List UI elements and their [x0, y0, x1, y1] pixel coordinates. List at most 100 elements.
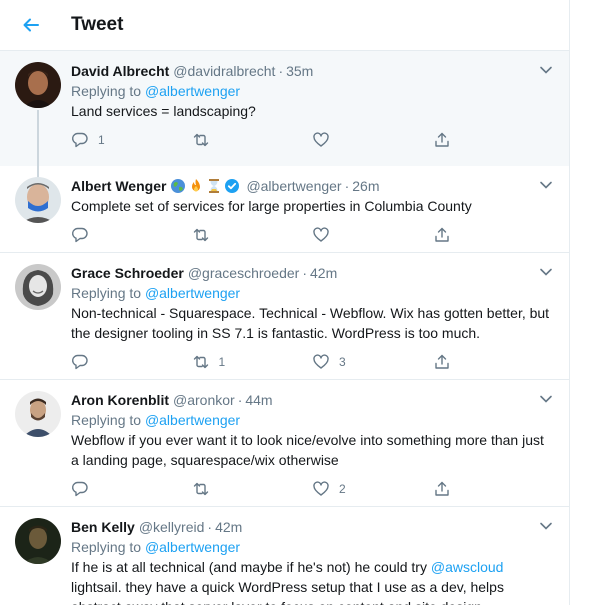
replying-to-line: Replying to @albertwenger: [71, 410, 553, 430]
author-name[interactable]: David Albrecht: [71, 61, 169, 81]
retweet-icon: [193, 133, 208, 147]
chevron-down-icon[interactable]: [539, 178, 553, 192]
reply-button[interactable]: [71, 480, 192, 498]
replying-to-line: Replying to @albertwenger: [71, 81, 553, 101]
retweet-button[interactable]: 1: [192, 353, 313, 371]
heart-icon: [313, 481, 329, 496]
separator-dot: ·: [237, 392, 243, 408]
tweet-david-albrecht[interactable]: David Albrecht @davidralbrecht · 35m Rep…: [0, 51, 569, 216]
page-title: Tweet: [71, 14, 124, 35]
author-handle[interactable]: @aronkor: [173, 390, 235, 410]
reply-button[interactable]: [71, 226, 192, 244]
avatar[interactable]: [15, 518, 61, 564]
tweet-text-part: lightsail. they have a quick WordPress s…: [71, 579, 504, 605]
like-count: 3: [339, 355, 346, 369]
separator-dot: ·: [344, 178, 350, 194]
retweet-button[interactable]: [192, 131, 313, 149]
replying-prefix: Replying to: [71, 412, 145, 428]
tweet-header: Ben Kelly @kellyreid · 42m: [71, 517, 553, 537]
tweet-albert-wenger[interactable]: Albert Wenger @albertwenger · 26m Comple…: [0, 166, 569, 253]
timestamp[interactable]: 26m: [352, 176, 379, 196]
reply-icon: [72, 132, 88, 148]
author-name[interactable]: Aron Korenblit: [71, 390, 169, 410]
heart-icon: [313, 132, 329, 147]
retweet-button[interactable]: [192, 480, 313, 498]
like-button[interactable]: 3: [312, 353, 433, 371]
tweet-header: David Albrecht @davidralbrecht · 35m: [71, 61, 553, 81]
reply-button[interactable]: 1: [71, 131, 192, 149]
tweet-ben-kelly[interactable]: Ben Kelly @kellyreid · 42m Replying to @…: [0, 507, 569, 605]
share-button[interactable]: [433, 480, 554, 498]
author-handle[interactable]: @albertwenger: [246, 176, 341, 196]
share-button[interactable]: [433, 226, 554, 244]
chevron-down-icon[interactable]: [539, 392, 553, 406]
tweet-text: If he is at all technical (and maybe if …: [71, 557, 553, 605]
tweet-text: Complete set of services for large prope…: [71, 198, 472, 214]
tweet-actions: 1 3: [71, 345, 553, 379]
share-icon: [434, 132, 449, 147]
mention-link[interactable]: @awscloud: [431, 559, 504, 575]
chevron-down-icon[interactable]: [539, 63, 553, 77]
back-button[interactable]: [18, 12, 44, 38]
like-count: 2: [339, 482, 346, 496]
retweet-icon: [193, 482, 208, 496]
author-handle[interactable]: @graceschroeder: [188, 263, 300, 283]
timestamp[interactable]: 35m: [286, 61, 313, 81]
reply-icon: [72, 354, 88, 370]
share-icon: [434, 227, 449, 242]
author-handle[interactable]: @kellyreid: [139, 517, 205, 537]
reply-icon: [72, 227, 88, 243]
tweet-actions: [71, 218, 553, 252]
author-name[interactable]: Albert Wenger: [71, 176, 166, 196]
page-header: Tweet: [0, 0, 569, 51]
separator-dot: ·: [278, 63, 284, 79]
replying-to-link[interactable]: @albertwenger: [145, 83, 240, 99]
replying-to-line: Replying to @albertwenger: [71, 283, 553, 303]
heart-icon: [313, 227, 329, 242]
like-button[interactable]: 2: [312, 480, 433, 498]
timestamp[interactable]: 44m: [245, 390, 272, 410]
avatar[interactable]: [15, 177, 61, 223]
separator-dot: ·: [207, 519, 213, 535]
replying-to-link[interactable]: @albertwenger: [145, 285, 240, 301]
tweet-text-part: If he is at all technical (and maybe if …: [71, 559, 431, 575]
avatar[interactable]: [15, 391, 61, 437]
reply-button[interactable]: [71, 353, 192, 371]
globe-icon: [171, 179, 186, 193]
chevron-down-icon[interactable]: [539, 519, 553, 533]
author-handle[interactable]: @davidralbrecht: [173, 61, 275, 81]
retweet-button[interactable]: [192, 226, 313, 244]
share-button[interactable]: [433, 353, 554, 371]
author-name[interactable]: Grace Schroeder: [71, 263, 184, 283]
tweet-header: Aron Korenblit @aronkor · 44m: [71, 390, 553, 410]
tweet-aron-korenblit[interactable]: Aron Korenblit @aronkor · 44m Replying t…: [0, 380, 569, 507]
retweet-icon: [193, 355, 208, 369]
fire-icon: [192, 179, 201, 192]
replying-to-link[interactable]: @albertwenger: [145, 412, 240, 428]
heart-icon: [313, 354, 329, 369]
share-icon: [434, 354, 449, 369]
reply-count: 1: [98, 133, 105, 147]
replying-prefix: Replying to: [71, 539, 145, 555]
replying-to-line: Replying to @albertwenger: [71, 537, 553, 557]
tweet-actions: 2: [71, 472, 553, 506]
tweet-grace-schroeder[interactable]: Grace Schroeder @graceschroeder · 42m Re…: [0, 253, 569, 380]
timestamp[interactable]: 42m: [215, 517, 242, 537]
tweet-actions: 1: [71, 123, 553, 157]
retweet-count: 1: [218, 355, 226, 369]
like-button[interactable]: [312, 131, 433, 149]
like-button[interactable]: [312, 226, 433, 244]
tweet-column: Tweet David Albrecht @davidralbrecht · 3…: [0, 0, 570, 605]
retweet-icon: [193, 228, 208, 242]
author-name[interactable]: Ben Kelly: [71, 517, 135, 537]
chevron-down-icon[interactable]: [539, 265, 553, 279]
avatar[interactable]: [15, 264, 61, 310]
timestamp[interactable]: 42m: [310, 263, 337, 283]
replying-prefix: Replying to: [71, 83, 145, 99]
avatar[interactable]: [15, 62, 61, 108]
replying-to-link[interactable]: @albertwenger: [145, 539, 240, 555]
reply-icon: [72, 481, 88, 497]
tweet-header: Albert Wenger @albertwenger · 26m: [71, 176, 553, 196]
back-arrow-icon: [23, 18, 39, 32]
share-button[interactable]: [433, 131, 554, 149]
